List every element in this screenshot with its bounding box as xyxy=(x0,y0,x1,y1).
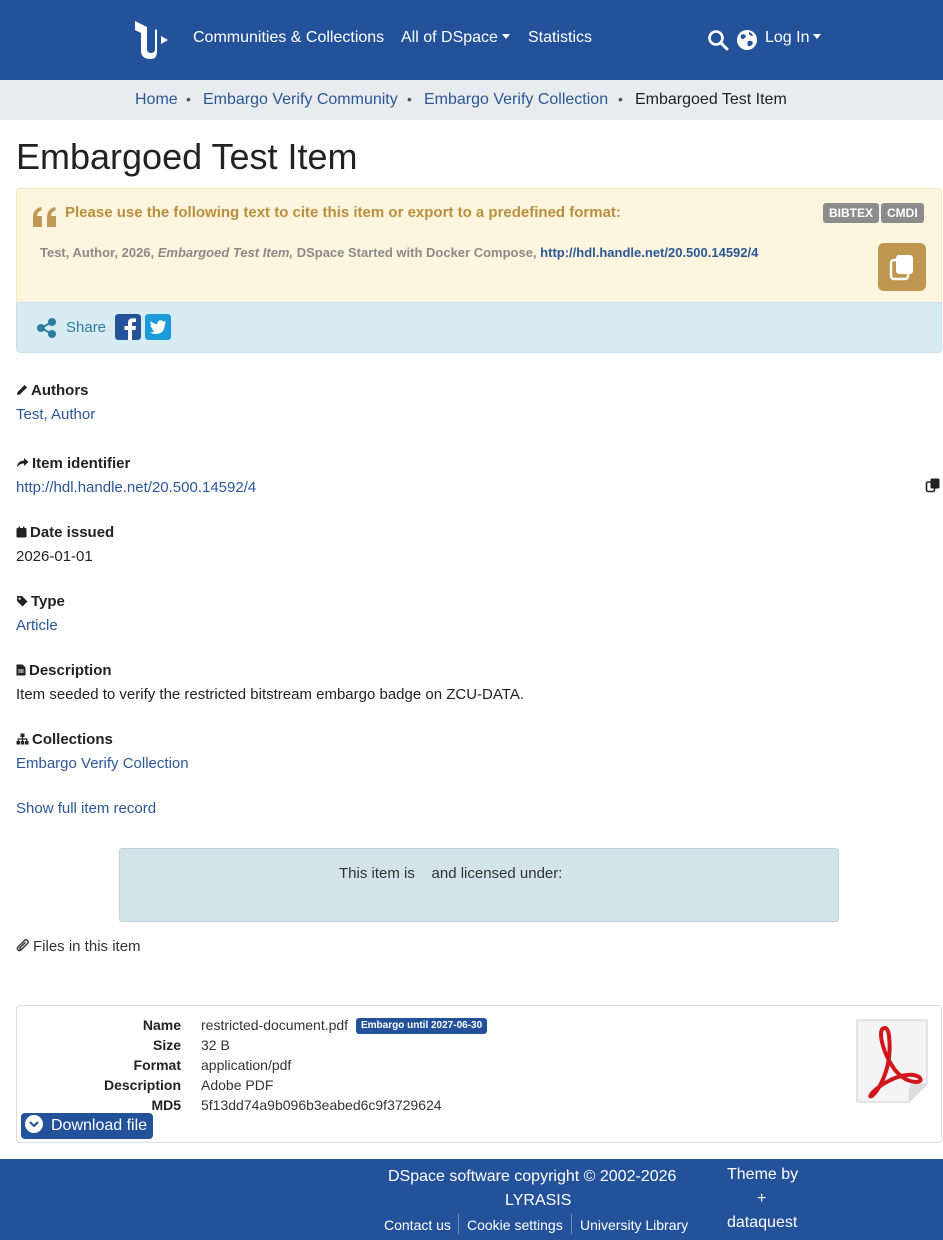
pdf-file-icon[interactable] xyxy=(855,1018,929,1104)
tag-icon xyxy=(17,596,28,607)
footer-contact-us[interactable]: Contact us xyxy=(384,1217,451,1233)
footer-theme-by: Theme by xyxy=(727,1166,799,1183)
type-label: Type xyxy=(16,593,65,610)
footer-divider xyxy=(571,1214,572,1234)
nav-all-of-dspace[interactable]: All of DSpace xyxy=(401,29,510,47)
calendar-icon xyxy=(16,526,27,538)
citation-suffix: DSpace Started with Docker Compose, xyxy=(293,245,541,260)
show-full-record-link[interactable]: Show full item record xyxy=(16,800,156,817)
author-link[interactable]: Test, Author xyxy=(16,406,95,423)
date-issued-label: Date issued xyxy=(16,524,114,541)
cmdi-button[interactable]: CMDI xyxy=(881,203,924,223)
identifier-label-text: Item identifier xyxy=(32,455,131,472)
chevron-down-circle-icon xyxy=(25,1115,43,1133)
footer-lyrasis-link[interactable]: LYRASIS xyxy=(505,1192,571,1210)
citation-box: Please use the following text to cite th… xyxy=(16,188,942,303)
download-file-button[interactable]: Download file xyxy=(21,1113,154,1139)
breadcrumb: Home • Embargo Verify Community • Embarg… xyxy=(0,80,943,120)
footer: DSpace software copyright © 2002-2026 LY… xyxy=(0,1159,943,1240)
chevron-down-icon xyxy=(501,34,510,39)
description-label-text: Description xyxy=(29,662,112,679)
nav-login[interactable]: Log In xyxy=(765,29,822,47)
citation-prefix: Test, Author, 2026, xyxy=(40,245,158,260)
file-name: restricted-document.pdf xyxy=(201,1017,349,1033)
file-card: Name restricted-document.pdf Embargo unt… xyxy=(16,1005,942,1143)
sitemap-icon xyxy=(16,733,29,745)
type-link[interactable]: Article xyxy=(16,617,58,634)
footer-copyright: DSpace software copyright © 2002-2026 xyxy=(388,1168,677,1185)
share-icon[interactable] xyxy=(36,317,58,339)
chevron-down-icon xyxy=(813,34,822,39)
breadcrumb-current: Embargoed Test Item xyxy=(635,91,787,108)
share-arrow-icon xyxy=(17,458,29,468)
files-heading: Files in this item xyxy=(16,938,141,955)
nav-communities-collections[interactable]: Communities & Collections xyxy=(193,29,384,47)
breadcrumb-separator: • xyxy=(186,91,191,107)
file-format-key: Format xyxy=(133,1057,181,1073)
breadcrumb-separator: • xyxy=(618,91,623,107)
collections-label: Collections xyxy=(16,731,113,748)
citation-heading: Please use the following text to cite th… xyxy=(65,204,621,221)
footer-dataquest-link[interactable]: dataquest xyxy=(727,1214,797,1232)
pencil-icon xyxy=(17,385,27,395)
files-heading-text: Files in this item xyxy=(33,938,141,955)
breadcrumb-home[interactable]: Home xyxy=(135,91,178,109)
license-text: This item is and licensed under: xyxy=(339,865,563,882)
description-value: Item seeded to verify the restricted bit… xyxy=(16,686,524,703)
quote-icon xyxy=(33,207,56,227)
breadcrumb-community[interactable]: Embargo Verify Community xyxy=(203,91,398,109)
nav-all-of-dspace-label: All of DSpace xyxy=(401,29,498,46)
identifier-label: Item identifier xyxy=(16,455,130,472)
footer-theme-plus: + xyxy=(757,1190,767,1207)
file-size-key: Size xyxy=(152,1037,181,1053)
download-file-label: Download file xyxy=(51,1117,148,1134)
bibtex-button[interactable]: BIBTEX xyxy=(823,203,880,223)
citation-handle-link[interactable]: http://hdl.handle.net/20.500.14592/4 xyxy=(540,245,758,260)
authors-label-text: Authors xyxy=(31,382,89,399)
date-issued-value: 2026-01-01 xyxy=(16,548,93,565)
file-description-key: Description xyxy=(103,1077,181,1093)
collections-label-text: Collections xyxy=(32,731,113,748)
file-md5: 5f13dd74a9b096b3eabed6c9f3729624 xyxy=(201,1097,442,1113)
file-name-key: Name xyxy=(142,1017,181,1033)
file-description: Adobe PDF xyxy=(201,1077,274,1093)
copy-icon xyxy=(889,255,913,281)
breadcrumb-separator: • xyxy=(407,91,412,107)
description-label: Description xyxy=(16,662,112,679)
embargo-badge: Embargo until 2027-06-30 xyxy=(356,1018,488,1034)
login-label: Log In xyxy=(765,29,810,46)
license-box: This item is and licensed under: xyxy=(119,848,839,922)
copy-citation-button[interactable] xyxy=(878,243,926,291)
citation-text: Test, Author, 2026, Embargoed Test Item,… xyxy=(40,245,758,260)
footer-cookie-settings[interactable]: Cookie settings xyxy=(467,1217,563,1233)
globe-icon[interactable] xyxy=(736,29,758,51)
footer-divider xyxy=(458,1214,459,1234)
date-issued-label-text: Date issued xyxy=(30,524,115,541)
share-bar: Share xyxy=(16,302,942,353)
authors-label: Authors xyxy=(16,382,89,399)
share-label[interactable]: Share xyxy=(66,319,106,336)
twitter-icon[interactable] xyxy=(145,314,171,340)
file-format: application/pdf xyxy=(201,1057,292,1073)
page-title: Embargoed Test Item xyxy=(16,136,358,177)
top-navbar: Communities & Collections All of DSpace … xyxy=(0,0,943,80)
identifier-link[interactable]: http://hdl.handle.net/20.500.14592/4 xyxy=(16,479,256,496)
dspace-logo-icon[interactable] xyxy=(133,19,173,61)
type-label-text: Type xyxy=(31,593,65,610)
collection-link[interactable]: Embargo Verify Collection xyxy=(16,755,189,772)
footer-university-library[interactable]: University Library xyxy=(580,1217,688,1233)
file-text-icon xyxy=(16,664,26,676)
breadcrumb-collection[interactable]: Embargo Verify Collection xyxy=(424,91,608,109)
citation-title: Embargoed Test Item, xyxy=(157,245,294,260)
copy-identifier-icon[interactable] xyxy=(925,477,941,493)
file-size: 32 B xyxy=(201,1037,230,1053)
paperclip-icon xyxy=(16,939,29,952)
facebook-icon[interactable] xyxy=(115,314,141,340)
nav-statistics[interactable]: Statistics xyxy=(528,29,592,47)
search-icon[interactable] xyxy=(707,29,729,51)
file-md5-key: MD5 xyxy=(151,1097,181,1113)
